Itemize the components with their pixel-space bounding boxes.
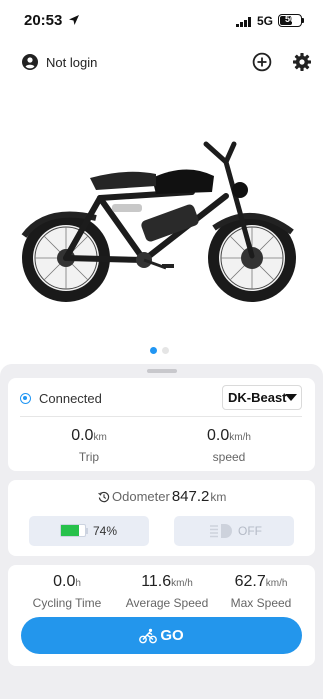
carousel-dot-active[interactable] xyxy=(150,347,157,354)
max-speed-metric: 62.7km/h Max Speed xyxy=(221,573,301,610)
phone-battery-nub xyxy=(302,18,304,23)
drag-handle[interactable] xyxy=(147,369,177,373)
settings-button[interactable] xyxy=(292,52,312,72)
battery-level-fill xyxy=(61,525,79,536)
headlight-toggle[interactable]: OFF xyxy=(174,516,294,546)
odometer-unit: km xyxy=(210,489,227,504)
average-speed-value: 11.6 xyxy=(141,573,172,590)
max-speed-label: Max Speed xyxy=(230,596,292,610)
speed-unit: km/h xyxy=(229,432,251,443)
history-clock-icon xyxy=(98,491,110,502)
phone-battery-icon: 50 xyxy=(278,14,302,27)
connected-indicator-icon xyxy=(20,393,31,404)
user-label: Not login xyxy=(46,54,98,70)
average-speed-metric: 11.6km/h Average Speed xyxy=(119,573,215,610)
go-button[interactable]: GO xyxy=(21,617,302,654)
ebike-battery-status: 74% xyxy=(29,516,149,546)
caret-down-icon xyxy=(285,394,297,401)
headlight-icon xyxy=(210,524,232,538)
speed-metric: 0.0km/h speed xyxy=(194,427,264,464)
max-speed-unit: km/h xyxy=(265,578,288,589)
trip-label: Trip xyxy=(78,450,100,464)
cyclist-icon xyxy=(139,628,158,643)
status-bar: 20:53 5G 50 xyxy=(0,0,323,44)
battery-percent: 74% xyxy=(93,524,118,538)
headlight-state: OFF xyxy=(238,524,262,538)
max-speed-value: 62.7 xyxy=(234,573,266,590)
connection-status: Connected xyxy=(20,391,102,406)
network-label: 5G xyxy=(257,14,274,28)
location-arrow-icon xyxy=(69,15,79,25)
status-time: 20:53 xyxy=(24,12,63,29)
divider xyxy=(20,416,302,417)
connection-label: Connected xyxy=(39,391,102,406)
trip-unit: km xyxy=(93,432,107,443)
signal-icon xyxy=(236,17,251,27)
device-name: DK-Beast xyxy=(228,390,287,405)
user-icon xyxy=(22,54,38,70)
trip-value: 0.0 xyxy=(71,427,94,444)
carousel-dot[interactable] xyxy=(162,347,169,354)
average-speed-unit: km/h xyxy=(171,578,193,589)
carousel-page-indicator xyxy=(150,347,174,354)
battery-nub xyxy=(86,528,88,534)
cycling-time-metric: 0.0h Cycling Time xyxy=(22,573,112,610)
go-label: GO xyxy=(160,627,184,644)
speed-value: 0.0 xyxy=(207,427,230,444)
average-speed-label: Average Speed xyxy=(125,596,209,610)
add-device-button[interactable] xyxy=(252,52,272,72)
phone-battery-level: 50 xyxy=(284,14,295,24)
cycling-time-label: Cycling Time xyxy=(32,596,102,610)
ebike-image xyxy=(21,141,296,302)
speed-label: speed xyxy=(212,450,246,464)
cycling-time-unit: h xyxy=(75,578,81,589)
login-button[interactable]: Not login xyxy=(22,52,97,72)
cycling-time-value: 0.0 xyxy=(53,573,76,590)
odometer-label: Odometer xyxy=(112,489,170,504)
odometer: Odometer 847.2 km xyxy=(98,488,226,505)
battery-icon xyxy=(60,524,86,537)
odometer-value: 847.2 xyxy=(171,488,210,505)
trip-metric: 0.0km Trip xyxy=(54,427,124,464)
device-select[interactable]: DK-Beast xyxy=(222,385,302,410)
